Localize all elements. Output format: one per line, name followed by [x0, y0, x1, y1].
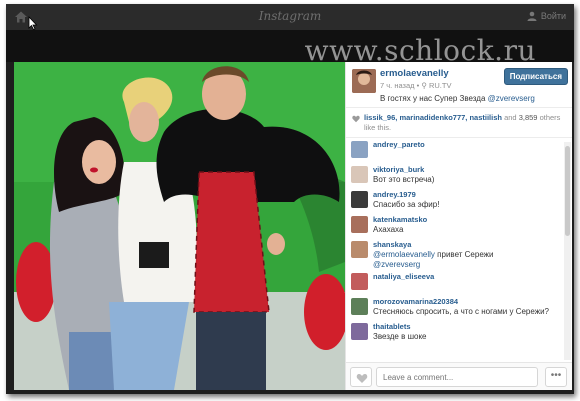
caption-mention[interactable]: @zverevserg	[488, 94, 535, 103]
likes-names[interactable]: lissik_96, marinadidenko777, nastiilish	[364, 113, 502, 122]
likes-summary: lissik_96, marinadidenko777, nastiilish …	[346, 108, 572, 138]
like-button[interactable]	[350, 367, 372, 387]
comment-text: Стесняюсь спросить, а что с ногами у Сер…	[373, 307, 550, 316]
commenter-avatar[interactable]	[351, 216, 368, 233]
comment-mention[interactable]: @ermolaevanelly	[373, 250, 435, 259]
post-caption: В гостях у нас Супер Звезда @zverevserg	[380, 94, 566, 103]
likes-count[interactable]: 3,859	[519, 113, 538, 122]
commenter-avatar[interactable]	[351, 298, 368, 315]
commenter-avatar[interactable]	[351, 241, 368, 258]
user-icon	[527, 11, 537, 21]
comment-username[interactable]: andrey.1979	[373, 190, 564, 199]
owner-avatar-image	[352, 69, 376, 93]
commenter-avatar[interactable]	[351, 323, 368, 340]
owner-avatar[interactable]	[352, 69, 376, 93]
comment-text: Спасибо за эфир!	[373, 200, 440, 209]
signin-label: Войти	[540, 11, 566, 21]
comments-scrollbar[interactable]	[564, 142, 571, 360]
comment-mention-2[interactable]: @zverevserg	[373, 260, 420, 269]
comment-item: thaitablets Звезде в шоке	[346, 321, 564, 346]
comment-text: Ахахаха	[373, 225, 404, 234]
commenter-avatar[interactable]	[351, 166, 368, 183]
comment-item: andrey_pareto	[346, 139, 564, 164]
instagram-logo[interactable]: Instagram	[6, 9, 574, 23]
location-pin-icon: ⚲	[421, 81, 427, 90]
signin-link[interactable]: Войти	[527, 11, 566, 21]
heart-outline-icon	[356, 374, 368, 383]
comment-item: andrey.1979 Спасибо за эфир!	[346, 189, 564, 214]
comment-username[interactable]: viktoriya_burk	[373, 165, 564, 174]
comment-text-line2: @zverevserg	[373, 260, 564, 269]
mouse-cursor-icon	[28, 16, 38, 30]
post-modal: ermolaevanelly 7 ч. назад • ⚲ RU.TV В го…	[14, 62, 572, 390]
follow-button[interactable]: Подписаться	[503, 68, 568, 85]
comment-body: привет Сережи	[434, 250, 494, 259]
comment-footer: •••	[346, 362, 572, 390]
post-time: 7 ч. назад	[380, 81, 415, 90]
commenter-avatar[interactable]	[351, 191, 368, 208]
instagram-topbar: Instagram Войти	[6, 4, 574, 30]
browser-frame: Instagram Войти www.schlock.ru ermolaeva…	[6, 4, 574, 394]
scrollbar-thumb[interactable]	[565, 146, 570, 236]
post-photo[interactable]	[14, 62, 345, 390]
comment-input[interactable]	[376, 367, 538, 387]
comment-item: nataliya_eliseeva	[346, 271, 564, 296]
comment-text: Вот это встреча)	[373, 175, 435, 184]
comment-username[interactable]: thaitablets	[373, 322, 564, 331]
comment-text: Звезде в шоке	[373, 332, 427, 341]
likes-and: and	[504, 113, 517, 122]
heart-icon	[352, 115, 360, 123]
photo-illustration	[14, 62, 345, 390]
comment-username[interactable]: shanskaya	[373, 240, 564, 249]
commenter-avatar[interactable]	[351, 273, 368, 290]
comment-item: shanskaya @ermolaevanelly привет Сережи …	[346, 239, 564, 271]
more-options-button[interactable]: •••	[545, 367, 567, 387]
post-sidebar: ermolaevanelly 7 ч. назад • ⚲ RU.TV В го…	[345, 62, 572, 390]
comment-username[interactable]: katenkamatsko	[373, 215, 564, 224]
comment-item: morozovamarina220384 Стесняюсь спросить,…	[346, 296, 564, 321]
comment-item: viktoriya_burk Вот это встреча)	[346, 164, 564, 189]
post-location[interactable]: RU.TV	[429, 81, 452, 90]
post-header: ermolaevanelly 7 ч. назад • ⚲ RU.TV В го…	[346, 62, 572, 108]
comment-username[interactable]: nataliya_eliseeva	[373, 272, 564, 281]
commenter-avatar[interactable]	[351, 141, 368, 158]
comment-item: katenkamatsko Ахахаха	[346, 214, 564, 239]
caption-text: В гостях у нас Супер Звезда	[380, 94, 488, 103]
comment-username[interactable]: andrey_pareto	[373, 140, 564, 149]
comment-list: andrey_pareto viktoriya_burk Вот это вст…	[346, 139, 564, 361]
comment-username[interactable]: morozovamarina220384	[373, 297, 564, 306]
comment-text: @ermolaevanelly привет Сережи	[373, 250, 564, 259]
